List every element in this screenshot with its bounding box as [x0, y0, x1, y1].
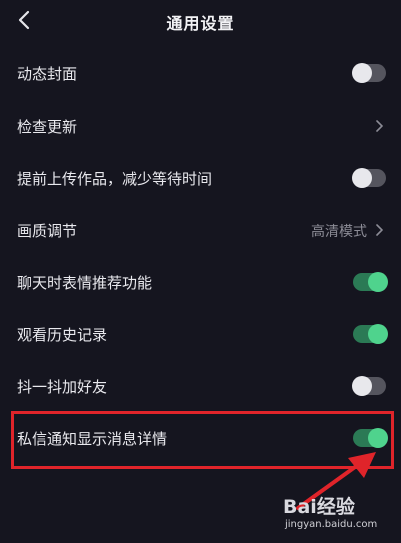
emoji-recommend-toggle[interactable] [353, 272, 388, 292]
dynamic-cover-toggle[interactable] [352, 63, 386, 83]
toggle-knob [368, 324, 388, 344]
chevron-right-icon [376, 120, 383, 132]
baidu-watermark: Bai经验 jingyan.baidu.com [283, 492, 395, 536]
settings-screen: 通用设置 动态封面 检查更新 提前上传作品，减少等待时间 画质调节 高清模式 聊… [0, 0, 401, 543]
watermark-url: jingyan.baidu.com [285, 519, 378, 530]
setting-row-watch-history[interactable]: 观看历史记录 [0, 309, 401, 361]
setting-row-dynamic-cover[interactable]: 动态封面 [0, 48, 401, 100]
setting-row-upload-ahead[interactable]: 提前上传作品，减少等待时间 [0, 153, 401, 205]
page-title: 通用设置 [166, 14, 235, 33]
setting-label: 聊天时表情推荐功能 [17, 274, 153, 292]
chevron-right-icon [376, 224, 383, 236]
header-bar: 通用设置 [0, 0, 401, 44]
toggle-knob [352, 376, 372, 396]
toggle-knob [368, 428, 388, 448]
setting-label: 私信通知显示消息详情 [17, 430, 168, 448]
setting-row-emoji-recommend[interactable]: 聊天时表情推荐功能 [0, 257, 401, 309]
setting-label: 观看历史记录 [17, 326, 108, 344]
toggle-knob [352, 63, 372, 83]
setting-label: 动态封面 [17, 65, 78, 83]
watch-history-toggle[interactable] [353, 324, 388, 344]
watermark-logo: Bai经验 [283, 496, 355, 518]
setting-label: 提前上传作品，减少等待时间 [17, 170, 213, 188]
shake-friends-toggle[interactable] [352, 376, 386, 396]
toggle-knob [352, 168, 372, 188]
upload-ahead-toggle[interactable] [352, 168, 386, 188]
setting-label: 画质调节 [17, 222, 78, 240]
setting-row-shake-friends[interactable]: 抖一抖加好友 [0, 361, 401, 413]
dm-details-toggle[interactable] [353, 428, 388, 448]
toggle-knob [368, 272, 388, 292]
quality-value: 高清模式 [311, 224, 367, 240]
setting-label: 检查更新 [17, 118, 78, 136]
setting-row-quality[interactable]: 画质调节 高清模式 [0, 205, 401, 257]
setting-label: 抖一抖加好友 [17, 378, 108, 396]
setting-row-check-update[interactable]: 检查更新 [0, 101, 401, 153]
